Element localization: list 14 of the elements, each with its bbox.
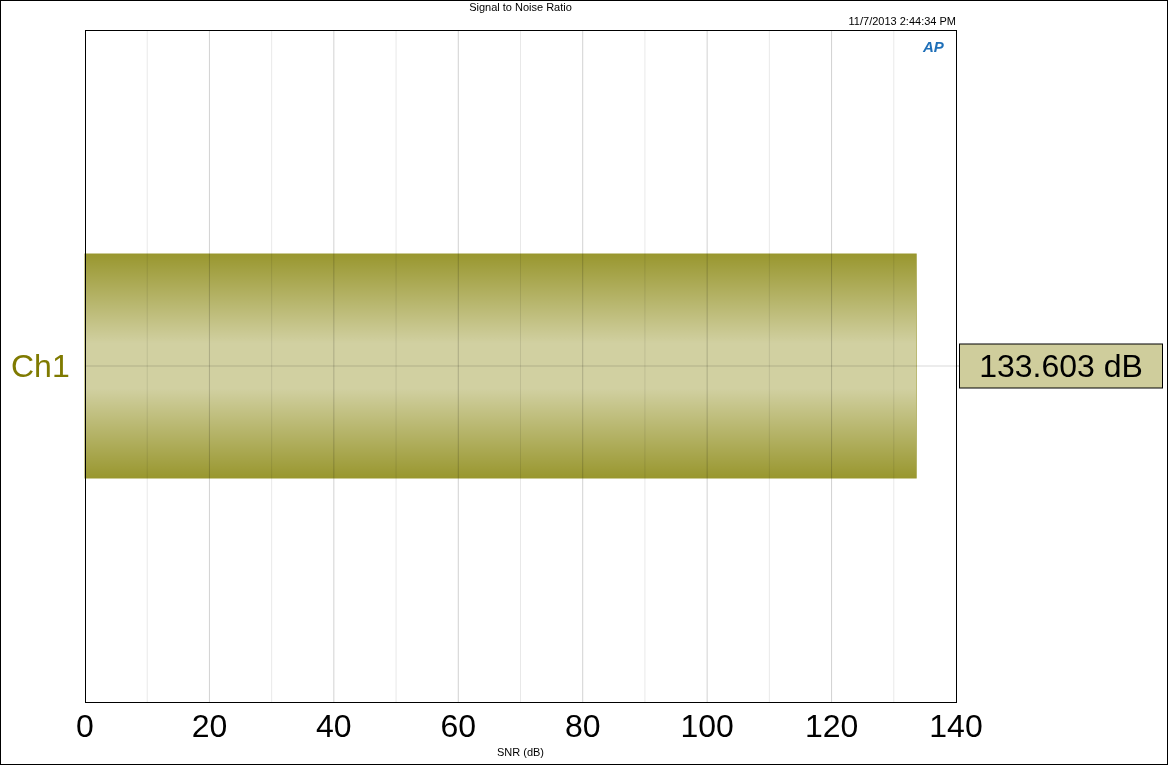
tick-label: 0 [76,708,94,744]
tick-label: 100 [680,708,734,744]
tick-label: 140 [929,708,983,744]
timestamp: 11/7/2013 2:44:34 PM [847,15,956,28]
tick-label: 120 [804,708,859,744]
axis-title: SNR (dB) [496,746,545,758]
tick-label: 40 [316,708,352,744]
tick-label: 20 [191,708,228,744]
tick-label: 60 [440,708,477,744]
tick-label: 80 [564,708,601,744]
value-label: 133.603 dB [955,343,1163,389]
category-label: Ch1 [11,348,70,384]
logo-text: AP [923,38,944,55]
chart-title: Signal to Noise Ratio [468,1,573,14]
